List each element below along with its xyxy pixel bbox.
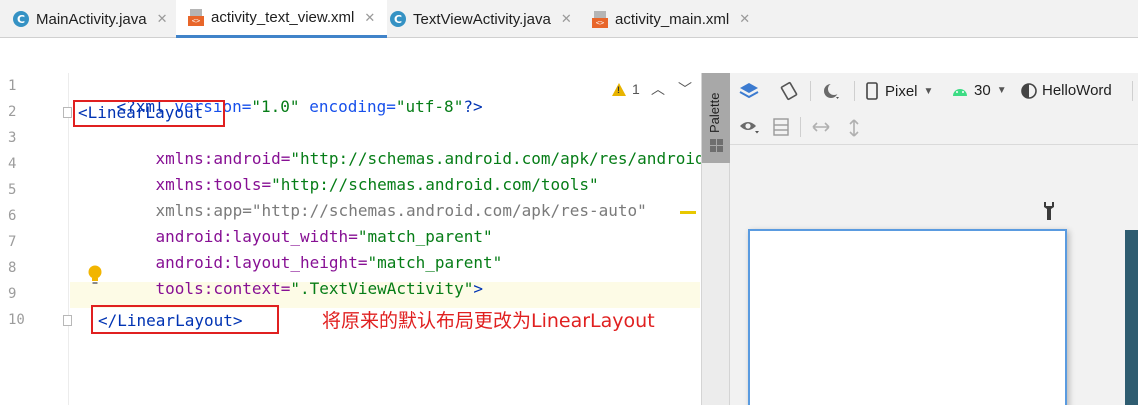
wrench-icon[interactable]	[1042, 201, 1056, 221]
lightbulb-icon[interactable]	[87, 264, 103, 286]
close-tab-icon[interactable]: ✕	[561, 11, 572, 27]
inspection-widget[interactable]: ! 1	[612, 81, 640, 97]
blueprint-icon[interactable]	[772, 118, 790, 136]
warning-stripe-marker[interactable]	[680, 211, 696, 214]
tab-main-activity-java[interactable]: C MainActivity.java ✕	[13, 0, 168, 38]
theme-selector[interactable]: HelloWord	[1021, 82, 1112, 99]
previous-highlight-icon[interactable]: ︿	[651, 79, 665, 99]
blueprint-preview-screen[interactable]	[1125, 230, 1138, 405]
fold-toggle-icon[interactable]	[63, 107, 72, 118]
xml-tag-close: >	[473, 279, 484, 298]
vertical-resize-icon[interactable]	[846, 118, 862, 138]
night-mode-icon[interactable]	[821, 81, 843, 101]
xml-attr: tools:context=	[155, 279, 291, 298]
code-editor[interactable]: 1 2 3 4 5 6 7 8 9 10 <?xml version="1.0"…	[0, 73, 714, 405]
warning-icon: !	[612, 82, 626, 96]
tab-text-view-activity-java[interactable]: C TextViewActivity.java ✕	[390, 0, 572, 38]
close-tab-icon[interactable]: ✕	[739, 11, 750, 27]
highlight-box-open-tag	[73, 100, 225, 127]
highlight-box-close-tag	[91, 305, 279, 334]
theme-icon	[1021, 82, 1037, 99]
line-number-gutter: 1 2 3 4 5 6 7 8 9 10	[0, 73, 69, 405]
xml-value: ".TextViewActivity"	[290, 279, 474, 298]
close-tab-icon[interactable]: ✕	[364, 10, 375, 26]
layers-icon[interactable]	[739, 81, 759, 101]
api-level-label: 30	[974, 82, 991, 99]
tab-label: MainActivity.java	[36, 10, 147, 28]
tab-label: TextViewActivity.java	[413, 10, 551, 28]
horizontal-resize-icon[interactable]	[811, 119, 831, 135]
line-number: 5	[8, 182, 17, 198]
xml-layout-icon: <>	[592, 10, 608, 28]
line-number: 9	[8, 286, 17, 302]
palette-side-tab[interactable]: Palette	[701, 73, 730, 405]
device-selector[interactable]: Pixel ▼	[866, 82, 933, 100]
annotation-text: 将原来的默认布局更改为LinearLayout	[322, 310, 655, 332]
close-tab-icon[interactable]: ✕	[157, 11, 168, 27]
xml-value: "1.0"	[251, 97, 300, 116]
xml-declaration-close: ?>	[463, 97, 483, 116]
chevron-down-icon: ▼	[996, 85, 1007, 96]
java-class-icon: C	[390, 11, 406, 27]
java-class-icon: C	[13, 11, 29, 27]
line-number: 1	[8, 78, 17, 94]
line-number: 8	[8, 260, 17, 276]
xml-value: "utf-8"	[395, 97, 464, 116]
editor-tab-bar: C MainActivity.java ✕ <> activity_text_v…	[0, 0, 1138, 38]
line-number: 10	[8, 312, 25, 328]
tab-activity-main-xml[interactable]: <> activity_main.xml ✕	[592, 0, 750, 38]
xml-layout-icon: <>	[188, 9, 204, 26]
android-icon	[953, 88, 967, 96]
orientation-icon[interactable]	[779, 81, 799, 101]
tab-label: activity_main.xml	[615, 10, 730, 28]
xml-attr: encoding=	[299, 97, 396, 116]
theme-label: HelloWord	[1042, 82, 1112, 99]
line-number: 7	[8, 234, 17, 250]
line-number: 2	[8, 104, 17, 120]
line-number: 3	[8, 130, 17, 146]
palette-icon	[710, 139, 723, 152]
layout-preview-screen[interactable]	[748, 229, 1067, 405]
api-level-selector[interactable]: 30 ▼	[952, 82, 1007, 99]
fold-toggle-icon[interactable]	[63, 315, 72, 326]
view-options-eye-icon[interactable]	[739, 118, 761, 136]
palette-label: Palette	[707, 92, 722, 133]
design-toolbar-bottom	[730, 109, 1138, 145]
next-highlight-icon[interactable]: ﹀	[678, 79, 692, 99]
phone-icon	[866, 82, 878, 100]
design-surface-panel: Pixel ▼ 30 ▼ HelloWord	[730, 73, 1138, 405]
tab-activity-text-view-xml[interactable]: <> activity_text_view.xml ✕	[176, 0, 388, 38]
device-label: Pixel	[885, 82, 918, 100]
design-toolbar-top: Pixel ▼ 30 ▼ HelloWord	[730, 73, 1138, 109]
line-number: 6	[8, 208, 17, 224]
warning-count: 1	[632, 81, 640, 97]
tab-label: activity_text_view.xml	[211, 9, 355, 26]
line-number: 4	[8, 156, 17, 172]
chevron-down-icon: ▼	[923, 85, 934, 97]
